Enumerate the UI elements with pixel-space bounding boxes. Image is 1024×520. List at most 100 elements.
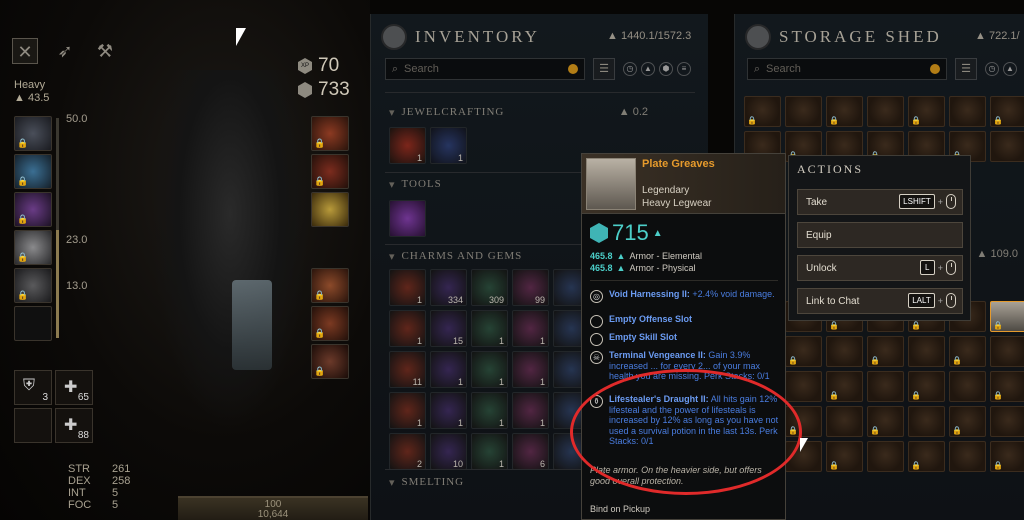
gear-slot-ring[interactable]: 🔒 — [311, 154, 349, 189]
storage-filter-button[interactable]: ☰ — [955, 58, 977, 80]
gear-slot-feet[interactable]: 🔒 — [14, 268, 52, 303]
section-jewelcrafting[interactable]: ▾ JEWELCRAFTING — [389, 106, 504, 119]
storage-item[interactable] — [949, 371, 986, 402]
inventory-search[interactable]: ⌕ Search — [385, 58, 585, 80]
storage-item[interactable]: 🔒 — [990, 96, 1024, 127]
storage-item[interactable]: 🔒 — [990, 371, 1024, 402]
inventory-item[interactable]: 309 — [471, 269, 508, 306]
sort-weight-icon[interactable]: ▲ — [1003, 62, 1017, 76]
inventory-item[interactable]: 1 — [389, 127, 426, 164]
tooltip-header: Plate Greaves Legendary Heavy Legwear — [582, 154, 785, 214]
sort-time-icon[interactable]: ◷ — [985, 62, 999, 76]
inventory-item[interactable]: 1 — [430, 392, 467, 429]
sort-tier-icon[interactable]: ≡ — [677, 62, 691, 76]
inventory-item[interactable]: 1 — [389, 269, 426, 306]
storage-item[interactable] — [908, 406, 945, 437]
gear-slot-amulet[interactable]: 🔒 — [311, 116, 349, 151]
gear-slot-head[interactable]: 🔒 — [14, 116, 52, 151]
storage-item[interactable]: 🔒 — [949, 336, 986, 367]
take-button[interactable]: Take LSHIFT + — [797, 189, 963, 215]
storage-item[interactable] — [949, 441, 986, 472]
gear-slot-legs[interactable]: 🔒 — [14, 230, 52, 265]
lock-icon: 🔒 — [17, 252, 29, 262]
storage-item[interactable]: 🔒 — [990, 301, 1024, 332]
storage-item[interactable] — [949, 96, 986, 127]
inventory-item[interactable]: 1 — [389, 392, 426, 429]
inventory-item[interactable]: 6 — [512, 433, 549, 470]
link-to-chat-button[interactable]: Link to Chat LALT + — [797, 288, 963, 314]
filter-button[interactable]: ☰ — [593, 58, 615, 80]
gear-slot-bag-3[interactable]: 🔒 — [311, 344, 349, 379]
gear-slot-earring[interactable] — [311, 192, 349, 227]
storage-item[interactable] — [990, 406, 1024, 437]
storage-item[interactable] — [990, 131, 1024, 162]
inventory-item[interactable]: 10 — [430, 433, 467, 470]
storage-item[interactable] — [867, 441, 904, 472]
section-tools[interactable]: ▾ TOOLS — [389, 178, 442, 191]
lock-icon: 🔒 — [17, 138, 29, 148]
consumable-slot-4[interactable]: ✚ 88 — [55, 408, 93, 443]
storage-item[interactable]: 🔒 — [785, 336, 822, 367]
storage-item[interactable]: 🔒 — [826, 441, 863, 472]
sort-weight-icon[interactable]: ▲ — [641, 62, 655, 76]
inventory-item[interactable]: 15 — [430, 310, 467, 347]
storage-item[interactable] — [990, 336, 1024, 367]
gear-slot-hands[interactable]: 🔒 — [14, 192, 52, 227]
inventory-item[interactable]: 1 — [389, 310, 426, 347]
storage-item[interactable] — [826, 336, 863, 367]
inventory-item[interactable]: 1 — [430, 127, 467, 164]
equip-button[interactable]: Equip — [797, 222, 963, 248]
consumable-slot-2[interactable]: ✚ 65 — [55, 370, 93, 405]
inventory-item[interactable]: 1 — [512, 351, 549, 388]
storage-item[interactable] — [785, 371, 822, 402]
sort-time-icon[interactable]: ◷ — [623, 62, 637, 76]
storage-item[interactable] — [867, 96, 904, 127]
unlock-button[interactable]: Unlock L + — [797, 255, 963, 281]
inventory-item[interactable]: 2 — [389, 433, 426, 470]
sort-gearscore-icon[interactable]: ⬢ — [659, 62, 673, 76]
inventory-item[interactable]: 1 — [471, 351, 508, 388]
storage-item[interactable]: 🔒 — [990, 441, 1024, 472]
inventory-item[interactable]: 1 — [471, 392, 508, 429]
crossed-swords-icon[interactable]: ✕ — [12, 38, 38, 64]
storage-item[interactable] — [908, 336, 945, 367]
consumable-slot-1[interactable]: ⛨ 3 — [14, 370, 52, 405]
gear-slot-shield[interactable] — [14, 306, 52, 341]
inventory-item-tool[interactable] — [389, 200, 426, 237]
hammer-icon[interactable]: ⚒ — [92, 38, 118, 64]
storage-item[interactable] — [826, 406, 863, 437]
inventory-item[interactable]: 1 — [471, 433, 508, 470]
inventory-item[interactable]: 1 — [512, 392, 549, 429]
gear-slot-bag-2[interactable]: 🔒 — [311, 306, 349, 341]
perk-empty-skill: Empty Skill Slot — [590, 332, 780, 346]
gear-slot-bag-1[interactable]: 🔒 — [311, 268, 349, 303]
inventory-item[interactable]: 1 — [471, 310, 508, 347]
item-tooltip: Plate Greaves Legendary Heavy Legwear 71… — [581, 153, 786, 520]
storage-item[interactable]: 🔒 — [908, 441, 945, 472]
storage-item[interactable]: 🔒 — [867, 336, 904, 367]
inventory-search-placeholder: Search — [404, 63, 439, 75]
gear-slot-chest[interactable]: 🔒 — [14, 154, 52, 189]
inventory-item[interactable]: 11 — [389, 351, 426, 388]
inventory-item[interactable]: 1 — [430, 351, 467, 388]
inventory-item[interactable]: 99 — [512, 269, 549, 306]
empty-slot-icon — [590, 333, 603, 346]
storage-item[interactable] — [785, 96, 822, 127]
storage-item[interactable]: 🔒 — [908, 96, 945, 127]
storage-item[interactable]: 🔒 — [826, 371, 863, 402]
storage-item[interactable] — [867, 371, 904, 402]
storage-item[interactable]: 🔒 — [867, 406, 904, 437]
storage-search[interactable]: ⌕ Search — [747, 58, 947, 80]
bow-icon[interactable]: ➶ — [52, 38, 78, 64]
storage-item[interactable]: 🔒 — [826, 96, 863, 127]
storage-item[interactable]: 🔒 — [908, 371, 945, 402]
storage-item[interactable]: 🔒 — [949, 406, 986, 437]
storage-item[interactable]: 🔒 — [785, 406, 822, 437]
inventory-item[interactable]: 1 — [512, 310, 549, 347]
storage-item[interactable]: 🔒 — [744, 96, 781, 127]
section-smelting[interactable]: ▾ SMELTING — [389, 476, 464, 489]
inventory-item[interactable]: 334 — [430, 269, 467, 306]
consumable-slot-3[interactable] — [14, 408, 52, 443]
section-charms-and-gems[interactable]: ▾ CHARMS AND GEMS — [389, 250, 522, 263]
lock-icon: 🔒 — [952, 356, 962, 365]
